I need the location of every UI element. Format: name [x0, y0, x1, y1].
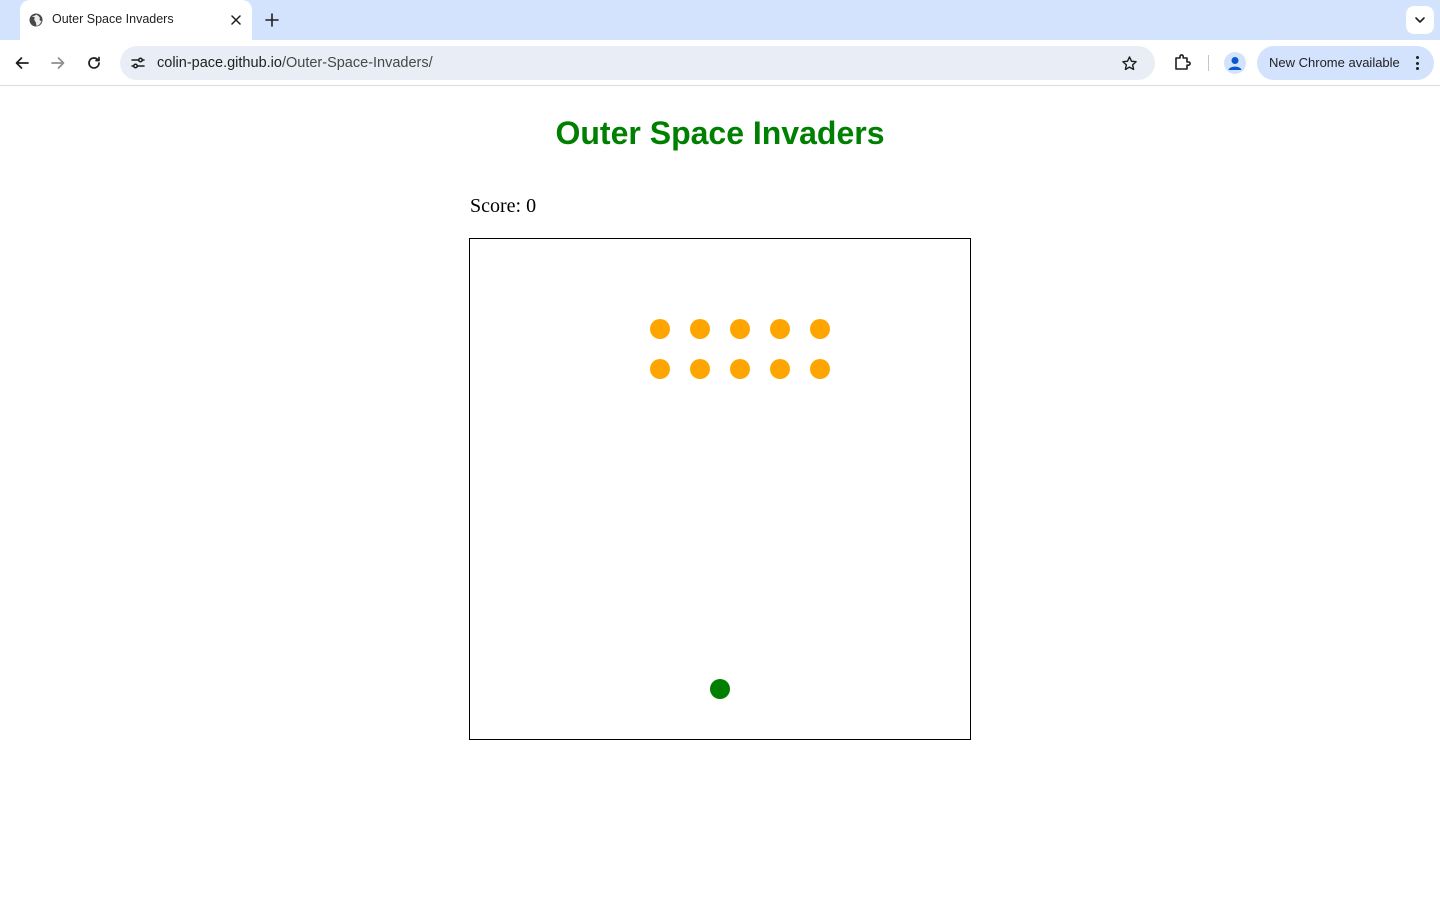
game-board [650, 319, 830, 699]
invader [690, 359, 710, 379]
tab-title: Outer Space Invaders [52, 12, 174, 26]
url-text: colin-pace.github.io/Outer-Space-Invader… [157, 55, 433, 71]
player-ship [710, 679, 730, 699]
invader [730, 319, 750, 339]
reload-icon[interactable] [82, 51, 106, 75]
site-settings-icon[interactable] [129, 54, 147, 72]
chevron-down-icon[interactable] [1406, 6, 1434, 34]
globe-icon [29, 13, 43, 27]
new-tab-icon[interactable] [262, 10, 282, 30]
tab-strip: Outer Space Invaders [0, 0, 1440, 40]
invader [650, 359, 670, 379]
url-host: colin-pace.github.io [157, 55, 282, 71]
invader [810, 359, 830, 379]
profile-avatar-icon[interactable] [1224, 52, 1246, 74]
address-bar[interactable]: colin-pace.github.io/Outer-Space-Invader… [120, 46, 1155, 80]
forward-arrow-icon[interactable] [46, 51, 70, 75]
update-chrome-label: New Chrome available [1269, 55, 1400, 70]
invader [690, 319, 710, 339]
url-path: /Outer-Space-Invaders/ [281, 55, 433, 71]
invader [650, 319, 670, 339]
more-menu-icon[interactable] [1411, 54, 1423, 72]
page-title: Outer Space Invaders [555, 115, 885, 151]
toolbar-divider [1208, 55, 1209, 71]
score-label: Score: 0 [470, 195, 537, 217]
invader [730, 359, 750, 379]
bookmark-star-icon[interactable] [1119, 53, 1139, 73]
close-icon[interactable] [228, 12, 244, 28]
browser-toolbar: colin-pace.github.io/Outer-Space-Invader… [0, 40, 1440, 86]
game-canvas[interactable] [469, 238, 971, 740]
invader [770, 319, 790, 339]
invader [770, 359, 790, 379]
update-chrome-button[interactable]: New Chrome available [1257, 46, 1434, 80]
extensions-puzzle-icon[interactable] [1171, 51, 1193, 73]
browser-tab[interactable]: Outer Space Invaders [20, 0, 252, 40]
back-arrow-icon[interactable] [10, 51, 34, 75]
invader [810, 319, 830, 339]
